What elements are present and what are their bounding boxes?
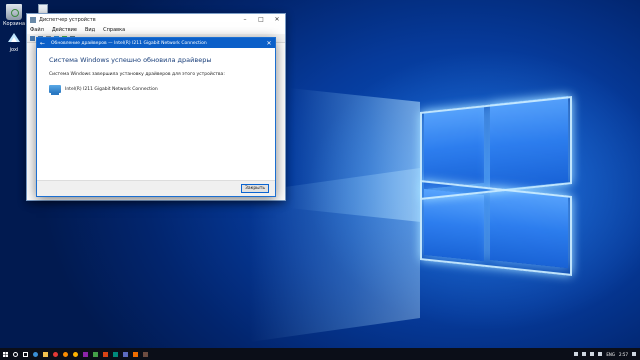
taskbar-app[interactable]: [40, 348, 50, 360]
device-row: Intel(R) I211 Gigabit Network Connection: [49, 85, 263, 95]
close-icon[interactable]: ✕: [269, 14, 285, 25]
notification-icon[interactable]: [574, 352, 579, 356]
window-titlebar[interactable]: Диспетчер устройств – □ ✕: [27, 14, 285, 25]
maximize-icon[interactable]: □: [253, 14, 269, 25]
search-button[interactable]: [10, 348, 20, 360]
taskbar-app[interactable]: [50, 348, 60, 360]
dialog-titlebar[interactable]: ← Обновление драйверов — Intel(R) I211 G…: [37, 38, 275, 48]
back-arrow-icon[interactable]: ←: [40, 40, 48, 47]
menu-action[interactable]: Действие: [52, 27, 77, 33]
language-indicator[interactable]: ENG: [606, 352, 615, 357]
taskbar-app[interactable]: [100, 348, 110, 360]
system-tray: ENG 2:57: [574, 352, 640, 357]
explorer-icon: [42, 351, 48, 357]
taskbar-app[interactable]: [130, 348, 140, 360]
window-frame: [420, 180, 572, 276]
taskbar-app[interactable]: [140, 348, 150, 360]
task-view-icon: [22, 351, 28, 357]
action-center-icon[interactable]: [632, 352, 636, 356]
dialog-title: Обновление драйверов — Intel(R) I211 Gig…: [51, 40, 207, 46]
dialog-footer: Закрыть: [37, 180, 275, 196]
taskbar-app[interactable]: [70, 348, 80, 360]
joxi-icon: [6, 30, 22, 46]
browser-icon: [32, 351, 38, 357]
desktop-icon-label: Корзина: [2, 21, 26, 27]
app-tray-icon[interactable]: [582, 352, 587, 356]
clock[interactable]: 2:57: [619, 352, 628, 357]
task-view-button[interactable]: [20, 348, 30, 360]
start-button[interactable]: [0, 348, 10, 360]
desktop-icon-label: joxi: [9, 47, 19, 53]
update-drivers-dialog[interactable]: ← Обновление драйверов — Intel(R) I211 G…: [36, 37, 276, 197]
device-name: Intel(R) I211 Gigabit Network Connection: [65, 86, 158, 92]
recycle-bin-icon: [6, 4, 22, 20]
minimize-icon[interactable]: –: [237, 14, 253, 25]
network-icon[interactable]: [590, 352, 595, 356]
app-icon: [52, 351, 58, 357]
app-icon: [92, 351, 98, 357]
menu-help[interactable]: Справка: [103, 27, 125, 33]
back-icon[interactable]: [30, 35, 35, 41]
desktop-icon-recycle-bin[interactable]: Корзина: [1, 4, 27, 27]
taskbar-app[interactable]: [120, 348, 130, 360]
dialog-body: Система Windows успешно обновила драйвер…: [37, 48, 275, 101]
app-icon: [82, 351, 88, 357]
close-button[interactable]: Закрыть: [241, 184, 269, 193]
app-icon: [132, 351, 138, 357]
taskbar: ENG 2:57: [0, 348, 640, 360]
app-icon: [72, 351, 78, 357]
network-adapter-icon: [49, 85, 61, 95]
app-icon: [142, 351, 148, 357]
desktop-icon-joxi[interactable]: joxi: [1, 30, 27, 53]
volume-icon[interactable]: [598, 352, 603, 356]
taskbar-app[interactable]: [30, 348, 40, 360]
menu-file[interactable]: Файл: [30, 27, 44, 33]
window-title: Диспетчер устройств: [39, 16, 96, 23]
menu-view[interactable]: Вид: [85, 27, 95, 33]
app-icon: [122, 351, 128, 357]
app-icon: [112, 351, 118, 357]
windows-logo-icon: [2, 351, 8, 357]
search-icon: [12, 351, 18, 357]
taskbar-app[interactable]: [110, 348, 120, 360]
dialog-message: Система Windows завершила установку драй…: [49, 72, 225, 77]
taskbar-app[interactable]: [80, 348, 90, 360]
close-icon[interactable]: ✕: [263, 40, 275, 47]
menu-bar: Файл Действие Вид Справка: [27, 25, 285, 34]
device-manager-icon: [30, 16, 36, 23]
taskbar-app[interactable]: [60, 348, 70, 360]
app-icon: [102, 351, 108, 357]
app-icon: [62, 351, 68, 357]
dialog-heading: Система Windows успешно обновила драйвер…: [49, 56, 212, 64]
taskbar-app[interactable]: [90, 348, 100, 360]
